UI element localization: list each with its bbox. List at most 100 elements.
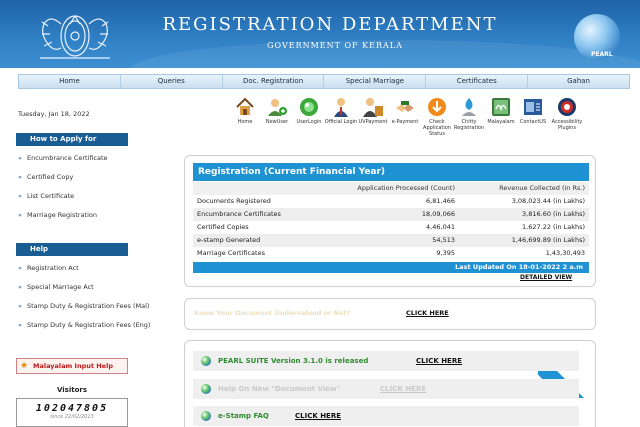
nav-gahan[interactable]: Gahan	[528, 75, 629, 88]
globe-icon	[201, 356, 211, 366]
globe-icon	[201, 384, 211, 394]
pearl-badge: PEARL	[591, 51, 613, 58]
bullet-icon: »	[18, 211, 22, 219]
table-row: Encumbrance Certificates 18,09,066 3,816…	[193, 208, 589, 221]
sidebar-item-stamp-duty-mal[interactable]: » Stamp Duty & Registration Fees (Mal)	[18, 297, 178, 316]
quick-e-payment[interactable]: e-Payment	[388, 96, 422, 125]
sidebar-item-label: Stamp Duty & Registration Fees (Eng)	[26, 321, 151, 329]
list-item: Help On New "Document View" CLICK HERE	[193, 379, 579, 399]
row-name: Marriage Certificates	[197, 249, 265, 257]
sidebar-item-special-marriage-act[interactable]: » Special Marriage Act	[18, 278, 178, 297]
malayalam-icon	[490, 96, 512, 118]
malayalam-input-help-label: Malayalam Input Help	[33, 362, 113, 370]
table-row: e-stamp Generated 54,513 1,46,699.89 (in…	[193, 234, 589, 247]
sidebar-item-marriage-registration[interactable]: » Marriage Registration	[18, 206, 178, 225]
bullet-icon: »	[18, 264, 22, 272]
row-revenue: 1,46,699.89 (in Lakhs)	[511, 236, 585, 244]
table-header-revenue: Revenue Collected (in Rs.)	[499, 184, 585, 192]
quick-official-login[interactable]: Official Login	[324, 96, 358, 125]
visitor-since: since 22/02/2013	[50, 414, 94, 420]
quick-chitty-registration-label: Chitty Registration	[453, 119, 485, 131]
bullet-icon: »	[18, 283, 22, 291]
know-document-text: Know Your Document Undervalued or Not?	[194, 309, 351, 317]
quick-access-icons: Home NewUser UserLogin Official Login UV…	[228, 96, 618, 146]
link-click-here[interactable]: CLICK HERE	[295, 412, 341, 420]
quick-uv-payment[interactable]: UVPayment	[356, 96, 390, 125]
quick-home-label: Home	[237, 119, 253, 125]
quick-accessibility[interactable]: Accessibility Plugins	[550, 96, 584, 131]
quick-accessibility-label: Accessibility Plugins	[551, 119, 583, 131]
quick-user-login-label: UserLogin	[296, 119, 322, 125]
nav-certificates[interactable]: Certificates	[426, 75, 529, 88]
row-revenue: 3,08,023.44 (in Lakhs)	[511, 197, 585, 205]
bullet-icon: »	[18, 321, 22, 329]
quick-chitty-registration[interactable]: Chitty Registration	[452, 96, 486, 131]
registration-title: Registration (Current Financial Year)	[193, 163, 589, 181]
chitty-registration-icon	[458, 96, 480, 118]
site-subtitle: GOVERNMENT OF KERALA	[267, 41, 403, 50]
sidebar-item-stamp-duty-eng[interactable]: » Stamp Duty & Registration Fees (Eng)	[18, 316, 178, 335]
visitor-count: 102047805	[35, 403, 109, 414]
visitors-label: Visitors	[56, 386, 88, 394]
row-count: 54,513	[432, 236, 455, 244]
e-payment-icon	[394, 96, 416, 118]
quick-malayalam[interactable]: Malayalam	[484, 96, 518, 125]
how-to-apply-list: » Encumbrance Certificate » Certified Copy…	[18, 149, 178, 225]
help-list: » Registration Act » Special Marriage Act …	[18, 259, 178, 335]
row-count: 6,81,466	[426, 197, 455, 205]
main-nav: Home Queries Doc. Registration Special M…	[18, 74, 630, 89]
link-text: PEARL SUITE Version 3.1.0 is released	[218, 357, 369, 365]
link-text: Help On New "Document View"	[218, 385, 341, 393]
sidebar-item-certified-copy[interactable]: » Certified Copy	[18, 168, 178, 187]
row-count: 4,46,041	[426, 223, 455, 231]
table-header-row: Application Processed (Count) Revenue Co…	[193, 182, 589, 195]
quick-new-user-label: NewUser	[265, 119, 289, 125]
new-user-icon	[266, 96, 288, 118]
site-title: REGISTRATION DEPARTMENT	[162, 14, 498, 35]
sidebar-item-label: Encumbrance Certificate	[26, 154, 108, 162]
quick-contact-us-label: ContactUS	[519, 119, 547, 125]
row-name: Encumbrance Certificates	[197, 210, 281, 218]
sidebar-item-label: Special Marriage Act	[26, 283, 94, 291]
quick-new-user[interactable]: NewUser	[260, 96, 294, 125]
nav-special-marriage[interactable]: Special Marriage	[324, 75, 427, 88]
nav-doc-registration[interactable]: Doc. Registration	[223, 75, 325, 88]
how-to-apply-heading: How to Apply for	[16, 133, 128, 146]
row-name: e-stamp Generated	[197, 236, 261, 244]
current-date: Tuesday, Jan 18, 2022	[18, 110, 90, 118]
nav-queries[interactable]: Queries	[121, 75, 223, 88]
help-heading: Help	[16, 243, 128, 256]
bullet-icon: »	[18, 154, 22, 162]
sidebar-item-registration-act[interactable]: » Registration Act	[18, 259, 178, 278]
table-row: Marriage Certificates 9,395 1,43,30,493	[193, 247, 589, 260]
detailed-view-link[interactable]: DETAILED VIEW	[520, 274, 572, 281]
table-header-processed: Application Processed (Count)	[357, 184, 455, 192]
quick-check-status[interactable]: Check Application Status	[420, 96, 454, 137]
quick-official-login-label: Official Login	[324, 119, 358, 125]
quick-user-login[interactable]: UserLogin	[292, 96, 326, 125]
table-header-cell	[193, 182, 333, 195]
row-revenue: 1,43,30,493	[545, 249, 585, 257]
link-click-here[interactable]: CLICK HERE	[416, 357, 462, 365]
quick-e-payment-label: e-Payment	[391, 119, 419, 125]
link-click-here[interactable]: CLICK HERE	[380, 385, 426, 393]
sidebar-item-encumbrance-certificate[interactable]: » Encumbrance Certificate	[18, 149, 178, 168]
last-updated: Last Updated On 18-01-2022 2 a.m	[193, 262, 589, 273]
globe-icon	[201, 411, 211, 421]
know-document-link[interactable]: CLICK HERE	[406, 309, 449, 317]
check-status-icon	[426, 96, 448, 118]
contact-us-icon	[522, 96, 544, 118]
row-count: 9,395	[436, 249, 455, 257]
nav-home[interactable]: Home	[19, 75, 121, 88]
sidebar-item-list-certificate[interactable]: » List Certificate	[18, 187, 178, 206]
quick-uv-payment-label: UVPayment	[358, 119, 388, 125]
malayalam-input-help-button[interactable]: ★ Malayalam Input Help	[16, 358, 128, 374]
bullet-icon: »	[18, 302, 22, 310]
row-revenue: 1,627.22 (in Lakhs)	[522, 223, 585, 231]
visitor-counter: 102047805 since 22/02/2013	[16, 398, 128, 427]
quick-home[interactable]: Home	[228, 96, 262, 125]
link-text: e-Stamp FAQ	[218, 412, 269, 420]
sidebar-item-label: Certified Copy	[26, 173, 74, 181]
quick-contact-us[interactable]: ContactUS	[516, 96, 550, 125]
table-row: Documents Registered 6,81,466 3,08,023.4…	[193, 195, 589, 208]
